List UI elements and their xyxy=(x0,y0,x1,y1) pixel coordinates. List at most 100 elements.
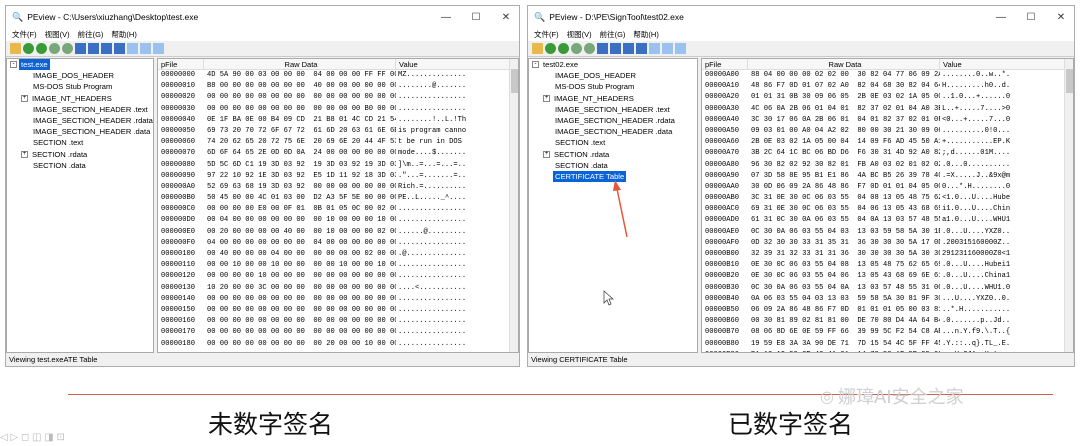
tree-item[interactable]: + SECTION .rdata xyxy=(7,149,153,160)
close-button[interactable]: ✕ xyxy=(493,12,519,23)
menu-go[interactable]: 前往(G) xyxy=(600,29,626,40)
menu-file[interactable]: 文件(F) xyxy=(12,29,37,40)
hex-row[interactable]: 00000020 00 00 00 00 00 00 00 00 00 00 00… xyxy=(158,92,518,103)
hex-row[interactable]: 00000080 5D 5C 6D C1 19 3D 03 92 19 3D 03… xyxy=(158,160,518,171)
hex-row[interactable]: 00000A90 07 3D 58 8E 95 B1 E1 86 4A BC B5… xyxy=(702,171,1073,182)
last-icon[interactable] xyxy=(114,43,125,54)
hex-row[interactable]: 00000B20 0E 30 0C 06 03 55 04 06 13 05 43… xyxy=(702,271,1073,282)
menu-view[interactable]: 视图(V) xyxy=(567,29,592,40)
hex-row[interactable]: 00000B30 0C 30 0A 06 03 55 04 0A 13 03 57… xyxy=(702,283,1073,294)
next-icon[interactable] xyxy=(623,43,634,54)
menu-file[interactable]: 文件(F) xyxy=(534,29,559,40)
hex-row[interactable]: 00000AA0 30 0D 06 09 2A 86 48 86 F7 0D 01… xyxy=(702,182,1073,193)
hex-row[interactable]: 00000100 00 40 00 00 00 04 00 00 00 00 00… xyxy=(158,249,518,260)
hex-row[interactable]: 00000A50 09 03 01 00 A0 04 A2 02 80 00 30… xyxy=(702,126,1073,137)
hex-row[interactable]: 00000AD0 61 31 0C 30 0A 06 03 55 04 0A 13… xyxy=(702,215,1073,226)
hex-row[interactable]: 00000B70 08 06 8D 6E 0E 59 FF 66 39 99 5C… xyxy=(702,327,1073,338)
hex-row[interactable]: 00000180 00 00 00 00 00 00 00 00 00 20 00… xyxy=(158,339,518,350)
scrollbar[interactable] xyxy=(1064,59,1073,352)
back-icon[interactable] xyxy=(23,43,34,54)
hex-row[interactable]: 00000150 00 00 00 00 00 00 00 00 00 00 00… xyxy=(158,305,518,316)
tree-item[interactable]: IMAGE_SECTION_HEADER .rdata xyxy=(7,115,153,126)
hex-row[interactable]: 000000C0 00 00 00 00 E0 00 0F 01 0B 01 05… xyxy=(158,204,518,215)
view-hex-icon[interactable] xyxy=(153,43,164,54)
forward-icon[interactable] xyxy=(36,43,47,54)
hex-row[interactable]: 00000170 00 00 00 00 00 00 00 00 00 00 00… xyxy=(158,327,518,338)
hex-row[interactable]: 000000A0 52 69 63 68 19 3D 03 92 00 00 00… xyxy=(158,182,518,193)
close-button[interactable]: ✕ xyxy=(1048,12,1074,23)
hex-row[interactable]: 000000D0 00 04 00 00 00 00 00 00 00 10 00… xyxy=(158,215,518,226)
menu-help[interactable]: 帮助(H) xyxy=(633,29,658,40)
minimize-button[interactable]: — xyxy=(988,12,1014,23)
menu-help[interactable]: 帮助(H) xyxy=(111,29,136,40)
hex-row[interactable]: 00000B10 0E 30 0C 06 03 55 04 08 13 05 48… xyxy=(702,260,1073,271)
hex-row[interactable]: 00000B40 0A 06 03 55 04 03 13 03 59 58 5A… xyxy=(702,294,1073,305)
hex-row[interactable]: 00000030 00 00 00 00 00 00 00 00 00 00 00… xyxy=(158,104,518,115)
view-list-icon[interactable] xyxy=(649,43,660,54)
first-icon[interactable] xyxy=(75,43,86,54)
hex-row[interactable]: 00000070 6D 6F 64 65 2E 0D 0D 0A 24 00 00… xyxy=(158,148,518,159)
minimize-button[interactable]: — xyxy=(433,12,459,23)
hex-row[interactable]: 00000A70 3B 2C 64 1C BC 06 BD D6 F6 30 31… xyxy=(702,148,1073,159)
collapse-icon[interactable]: - xyxy=(10,61,17,69)
hex-row[interactable]: 00000120 00 00 00 00 10 00 00 00 00 00 00… xyxy=(158,271,518,282)
down-icon[interactable] xyxy=(584,43,595,54)
hex-row[interactable]: 00000AF0 0D 32 30 30 33 31 35 31 36 30 30… xyxy=(702,238,1073,249)
tree-item[interactable]: IMAGE_DOS_HEADER xyxy=(7,70,153,81)
hex-row[interactable]: 000000F0 04 00 00 00 00 00 00 00 04 00 00… xyxy=(158,238,518,249)
expand-icon[interactable]: + xyxy=(21,94,28,102)
hex-row[interactable]: 00000A10 48 86 F7 0D 01 07 02 A0 82 04 68… xyxy=(702,81,1073,92)
maximize-button[interactable]: ☐ xyxy=(463,12,489,23)
open-folder-icon[interactable] xyxy=(10,43,21,54)
tree-item[interactable]: SECTION .data xyxy=(7,160,153,171)
view-list-icon[interactable] xyxy=(127,43,138,54)
hex-row[interactable]: 00000000 4D 5A 90 00 03 00 00 00 04 00 00… xyxy=(158,70,518,81)
open-folder-icon[interactable] xyxy=(532,43,543,54)
hex-row[interactable]: 00000130 10 20 00 00 3C 00 00 00 00 00 00… xyxy=(158,283,518,294)
back-icon[interactable] xyxy=(545,43,556,54)
tree-item[interactable]: MS-DOS Stub Program xyxy=(7,81,153,92)
prev-icon[interactable] xyxy=(88,43,99,54)
view-hex-icon[interactable] xyxy=(675,43,686,54)
hex-row[interactable]: 00000A40 3C 30 17 06 0A 2B 06 01 04 01 82… xyxy=(702,115,1073,126)
next-icon[interactable] xyxy=(101,43,112,54)
hex-row[interactable]: 00000AE0 0C 30 0A 06 03 55 04 03 13 03 59… xyxy=(702,227,1073,238)
tree-item[interactable]: - test.exe xyxy=(7,59,153,71)
tree-item[interactable]: + IMAGE_NT_HEADERS xyxy=(7,93,153,104)
hex-row[interactable]: 00000B60 00 30 81 89 02 81 81 00 DE 70 80… xyxy=(702,316,1073,327)
view-detail-icon[interactable] xyxy=(662,43,673,54)
hex-row[interactable]: 00000A30 4C 06 0A 2B 06 01 04 01 82 37 02… xyxy=(702,104,1073,115)
hex-row[interactable]: 00000010 B8 00 00 00 00 00 00 00 40 00 00… xyxy=(158,81,518,92)
hex-row[interactable]: 00000160 00 00 00 00 00 00 00 00 00 00 00… xyxy=(158,316,518,327)
hex-row[interactable]: 00000040 0E 1F BA 0E 00 B4 09 CD 21 B8 01… xyxy=(158,115,518,126)
maximize-button[interactable]: ☐ xyxy=(1018,12,1044,23)
hex-row[interactable]: 00000AC0 69 31 0E 30 0C 06 03 55 04 06 13… xyxy=(702,204,1073,215)
hex-row[interactable]: 000000B0 50 45 00 00 4C 01 03 00 D2 A3 5F… xyxy=(158,193,518,204)
hex-row[interactable]: 00000110 00 00 10 00 00 10 00 00 00 00 10… xyxy=(158,260,518,271)
down-icon[interactable] xyxy=(62,43,73,54)
hex-row[interactable]: 00000B00 32 39 31 32 33 31 31 36 30 30 30… xyxy=(702,249,1073,260)
view-detail-icon[interactable] xyxy=(140,43,151,54)
hex-row[interactable]: 00000A20 01 01 31 0B 30 09 06 05 2B 0E 03… xyxy=(702,92,1073,103)
hex-row[interactable]: 00000A80 96 30 82 02 92 30 82 01 FB A0 03… xyxy=(702,160,1073,171)
hex-row[interactable]: 00000060 74 20 62 65 20 72 75 6E 20 69 6E… xyxy=(158,137,518,148)
hex-row[interactable]: 000000E0 00 20 00 00 00 00 40 00 00 10 00… xyxy=(158,227,518,238)
hex-row[interactable]: 00000090 97 22 10 92 1E 3D 03 92 E5 1D 11… xyxy=(158,171,518,182)
hex-row[interactable]: 00000A60 2B 0E 03 02 1A 05 00 04 14 09 F6… xyxy=(702,137,1073,148)
up-icon[interactable] xyxy=(49,43,60,54)
expand-icon[interactable]: + xyxy=(21,150,28,158)
menu-view[interactable]: 视图(V) xyxy=(45,29,70,40)
tree-item[interactable]: IMAGE_SECTION_HEADER .data xyxy=(7,126,153,137)
forward-icon[interactable] xyxy=(558,43,569,54)
tree-item[interactable]: SECTION .text xyxy=(7,137,153,148)
tree-item[interactable]: IMAGE_SECTION_HEADER .text xyxy=(7,104,153,115)
hex-row[interactable]: 00000B80 19 59 E8 3A 3A 90 DE 71 7D 15 54… xyxy=(702,339,1073,350)
hex-row[interactable]: 00000A00 88 04 00 00 00 02 02 00 30 82 04… xyxy=(702,70,1073,81)
hex-row[interactable]: 00000050 69 73 20 70 72 6F 67 72 61 6D 20… xyxy=(158,126,518,137)
menu-go[interactable]: 前往(G) xyxy=(78,29,104,40)
hex-row[interactable]: 00000B50 06 09 2A 86 48 86 F7 0D 01 01 01… xyxy=(702,305,1073,316)
hex-row[interactable]: 00000140 00 00 00 00 00 00 00 00 00 00 00… xyxy=(158,294,518,305)
up-icon[interactable] xyxy=(571,43,582,54)
scrollbar[interactable] xyxy=(509,59,518,352)
first-icon[interactable] xyxy=(597,43,608,54)
